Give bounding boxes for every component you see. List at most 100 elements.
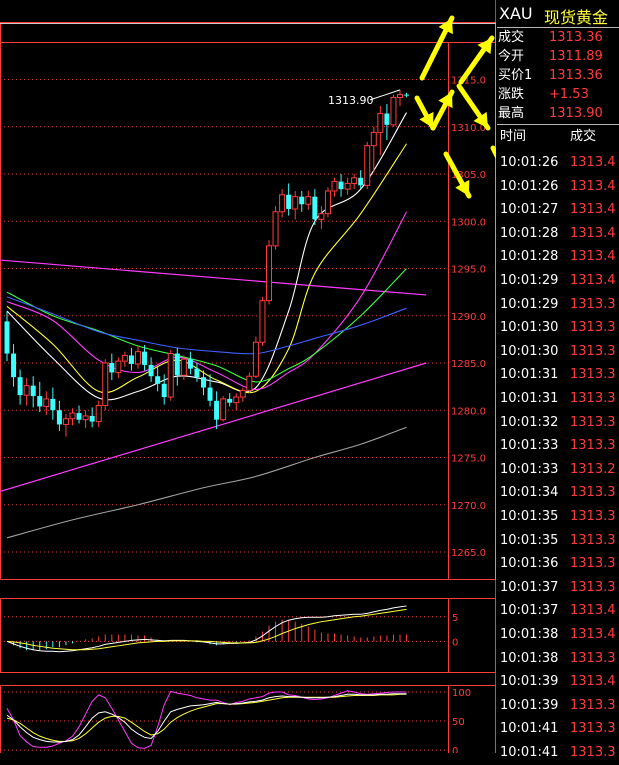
tick-price: 1313.3	[570, 343, 616, 359]
candle-body	[220, 398, 227, 421]
candle-body	[167, 353, 174, 398]
moving-average-line	[6, 143, 408, 394]
tick-price: 1313.3	[570, 367, 616, 383]
candle-body	[187, 359, 193, 369]
quote-label: 成交	[498, 30, 525, 45]
tick-row[interactable]: 10:01:31 1313.3	[497, 363, 619, 387]
tick-row[interactable]: 10:01:29 1313.4	[497, 269, 619, 293]
tick-price: 1313.3	[570, 532, 616, 548]
chart-area[interactable]: 1315.0 1310.0 1305.0 1300.0 1295.0 1290.0 1285…	[0, 0, 496, 753]
kdj-j-line	[6, 690, 407, 749]
tick-row[interactable]: 10:01:38 1313.3	[497, 647, 619, 671]
candle-body	[397, 94, 403, 98]
moving-average-line	[6, 296, 407, 355]
candle-body	[390, 96, 397, 126]
candle-body	[43, 398, 50, 407]
tick-row[interactable]: 10:01:39 1313.4	[497, 670, 619, 694]
tick-time: 10:01:27	[500, 202, 559, 218]
candle-body	[11, 353, 17, 378]
tick-row[interactable]: 10:01:37 1313.4	[497, 599, 619, 623]
quote-row: 买价1 1313.36	[497, 66, 619, 86]
candle-body	[214, 400, 220, 420]
tick-time: 10:01:35	[500, 532, 559, 548]
tick-time: 10:01:28	[500, 249, 559, 265]
tick-price: 1313.3	[570, 579, 616, 595]
quote-label: 涨跌	[498, 87, 525, 102]
candle-body	[246, 375, 253, 391]
candle-body	[23, 385, 30, 396]
tick-row[interactable]: 10:01:34 1313.3	[497, 481, 619, 505]
quote-value: 1313.36	[549, 30, 603, 45]
tick-row[interactable]: 10:01:26 1313.4	[497, 151, 619, 175]
tick-time: 10:01:29	[500, 273, 559, 288]
price-tick-label: 1300.0	[451, 217, 486, 228]
candle-body	[30, 385, 36, 397]
macd-panel-frame	[0, 598, 496, 673]
tick-time: 10:01:41	[500, 745, 559, 760]
candle-body	[102, 362, 109, 407]
candle-body	[69, 412, 76, 420]
tick-row[interactable]: 10:01:26 1313.4	[497, 175, 619, 199]
tick-time: 10:01:34	[500, 485, 559, 501]
tick-row[interactable]: 10:01:31 1313.3	[497, 387, 619, 411]
tick-row[interactable]: 10:01:41 1313.3	[497, 741, 619, 765]
kdj-tick-label: 0	[452, 746, 458, 753]
tick-time: 10:01:26	[500, 155, 559, 170]
candle-body	[17, 377, 23, 396]
tick-price: 1313.4	[570, 627, 616, 642]
quote-row: 成交 1313.36	[497, 28, 619, 48]
candle-body	[62, 418, 69, 425]
macd-dea-line	[6, 608, 407, 651]
candle-body	[4, 321, 10, 354]
candle-body	[95, 405, 102, 423]
high-price-label: 1313.90	[328, 94, 374, 107]
candle-body	[89, 415, 95, 422]
tick-row[interactable]: 10:01:30 1313.3	[497, 316, 619, 340]
tick-time: 10:01:29	[500, 296, 559, 312]
tick-row[interactable]: 10:01:38 1313.4	[497, 623, 619, 647]
candle-body	[115, 360, 122, 373]
tick-time: 10:01:37	[500, 579, 559, 595]
tick-row[interactable]: 10:01:36 1313.3	[497, 552, 619, 576]
tick-row[interactable]: 10:01:35 1313.3	[497, 505, 619, 529]
tick-row[interactable]: 10:01:30 1313.3	[497, 340, 619, 364]
candle-body	[377, 113, 384, 133]
tick-price: 1313.3	[570, 438, 616, 454]
tick-row[interactable]: 10:01:41 1313.3	[497, 717, 619, 741]
tick-time: 10:01:33	[500, 438, 559, 454]
candle-body	[148, 364, 154, 377]
tick-price: 1313.3	[570, 697, 616, 713]
kdj-panel-frame	[0, 685, 496, 753]
tick-header: 时间 成交	[497, 125, 619, 149]
candle-body	[239, 389, 246, 398]
candle-body	[121, 354, 128, 362]
tick-row[interactable]: 10:01:28 1313.4	[497, 245, 619, 269]
tick-price: 1313.3	[570, 296, 616, 312]
candle-body	[259, 300, 266, 343]
tick-price: 1313.3	[570, 650, 616, 666]
tick-row[interactable]: 10:01:33 1313.3	[497, 434, 619, 458]
tick-row[interactable]: 10:01:27 1313.4	[497, 198, 619, 222]
price-tick-label: 1290.0	[451, 312, 486, 323]
candle-body	[50, 398, 56, 411]
candle-body	[404, 94, 410, 96]
candle-body	[370, 131, 377, 147]
tick-row[interactable]: 10:01:32 1313.3	[497, 411, 619, 435]
tick-time: 10:01:37	[500, 603, 559, 619]
quote-symbol: XAU	[499, 4, 533, 23]
kline-chart[interactable]: 1315.01310.01305.01300.01295.01290.01285…	[0, 0, 496, 753]
tick-price: 1313.3	[570, 509, 616, 524]
tick-price: 1313.4	[570, 603, 616, 619]
tick-row[interactable]: 10:01:28 1313.4	[497, 222, 619, 246]
tick-time: 10:01:41	[500, 721, 559, 737]
tick-row[interactable]: 10:01:39 1313.3	[497, 694, 619, 718]
tick-row[interactable]: 10:01:33 1313.2	[497, 458, 619, 482]
candle-body	[364, 145, 371, 186]
kdj-d-line	[6, 693, 407, 742]
tick-row[interactable]: 10:01:29 1313.3	[497, 293, 619, 317]
tick-row[interactable]: 10:01:37 1313.3	[497, 576, 619, 600]
tick-price: 1313.4	[570, 225, 616, 241]
candle-body	[351, 177, 358, 184]
tick-time: 10:01:33	[500, 461, 559, 477]
tick-row[interactable]: 10:01:35 1313.3	[497, 529, 619, 553]
